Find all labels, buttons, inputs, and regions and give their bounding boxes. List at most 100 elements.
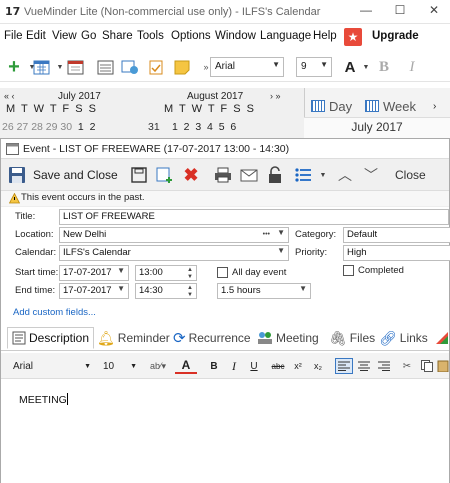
strikethrough-button[interactable]: abc: [269, 358, 287, 374]
close-event-button[interactable]: Close: [395, 168, 426, 182]
date-row-august[interactable]: 1 2 3 4 5 6: [172, 121, 236, 133]
minimize-button[interactable]: —: [354, 3, 378, 21]
font-size-select[interactable]: 9 ▼: [296, 57, 332, 77]
chevron-down-icon: ▼: [84, 362, 91, 370]
date-row-july[interactable]: 26 27 28 29 30 1 2: [2, 121, 95, 133]
calendar-grid-icon[interactable]: [66, 58, 86, 76]
task-icon[interactable]: [146, 58, 166, 76]
title-bar: 17 VueMinder Lite (Non-commercial use on…: [0, 0, 450, 24]
tab-recurrence[interactable]: ⟳ Recurrence: [173, 327, 251, 349]
add-custom-fields-link[interactable]: Add custom fields...: [13, 307, 96, 318]
bold-button[interactable]: B: [374, 58, 394, 76]
menu-go[interactable]: Go: [81, 30, 96, 42]
title-field[interactable]: LIST OF FREEWARE: [59, 209, 449, 225]
menu-view[interactable]: View: [52, 30, 77, 42]
align-left-icon[interactable]: [335, 358, 353, 374]
desc-bold-button[interactable]: B: [207, 358, 221, 374]
save-close-button[interactable]: Save and Close: [33, 168, 118, 182]
calendar-prev-icon[interactable]: « ‹: [4, 91, 15, 101]
add-icon[interactable]: +: [4, 56, 24, 78]
tab-reminder[interactable]: 🔔︎ Reminder: [97, 327, 170, 349]
copy-icon[interactable]: [419, 358, 435, 374]
priority-select[interactable]: High: [343, 245, 450, 261]
completed-checkbox[interactable]: [343, 265, 354, 276]
share-calendar-icon[interactable]: [120, 58, 140, 76]
tab-overflow-icon[interactable]: [435, 327, 449, 349]
paste-icon[interactable]: [437, 358, 449, 374]
highlight-icon[interactable]: ab⁄▾: [147, 358, 169, 374]
save-icon[interactable]: [129, 166, 149, 184]
chevron-down-icon[interactable]: ﹀: [361, 166, 381, 184]
new-calendar-icon[interactable]: [32, 58, 52, 76]
main-toolbar: + ▼ ▼ » Arial ▼ 9 ▼ A ▼ B I: [0, 52, 450, 82]
superscript-button[interactable]: x²: [291, 358, 305, 374]
category-select[interactable]: Default: [343, 227, 450, 243]
desc-size-select[interactable]: 10 ▼: [103, 358, 137, 374]
desc-font-select[interactable]: Arial ▼: [13, 358, 93, 374]
location-field[interactable]: New Delhi ••• ▼: [59, 227, 289, 243]
link-icon: 🔗︎: [379, 329, 397, 346]
menu-options[interactable]: Options: [171, 30, 211, 42]
tab-links[interactable]: 🔗︎ Links: [379, 327, 428, 349]
scroll-right-icon[interactable]: ›: [433, 95, 436, 117]
event-toolbar: Save and Close ✖ ▼ ︿ ﹀ Close: [1, 159, 449, 191]
week-view-button[interactable]: Week: [365, 95, 416, 117]
day-view-button[interactable]: Day: [311, 95, 352, 117]
note-icon[interactable]: [172, 58, 192, 76]
cut-icon[interactable]: ✂: [399, 358, 415, 374]
print-icon[interactable]: [213, 166, 233, 184]
maximize-button[interactable]: ☐: [388, 3, 412, 21]
description-editor[interactable]: MEETING: [1, 379, 449, 483]
email-icon[interactable]: [239, 166, 259, 184]
duration-select[interactable]: 1.5 hours ▼: [217, 283, 311, 299]
menu-tools[interactable]: Tools: [137, 30, 164, 42]
close-button[interactable]: ✕: [422, 3, 446, 21]
tab-meeting[interactable]: Meeting: [257, 327, 319, 349]
description-icon: [12, 331, 26, 345]
menu-share[interactable]: Share: [102, 30, 133, 42]
lock-icon[interactable]: [265, 166, 285, 184]
align-right-icon[interactable]: [375, 358, 393, 374]
calendar-list-icon[interactable]: [96, 58, 116, 76]
chevron-up-icon[interactable]: ︿: [335, 166, 355, 184]
star-icon[interactable]: ★: [344, 28, 362, 46]
date-lead-august[interactable]: 31: [148, 121, 160, 133]
menu-bar: File Edit View Go Share Tools Options Wi…: [0, 26, 450, 48]
menu-help[interactable]: Help: [313, 30, 337, 42]
end-time-field[interactable]: 14:30 ▲ ▼: [135, 283, 197, 299]
list-options-icon[interactable]: [293, 166, 313, 184]
menu-file[interactable]: File: [4, 30, 23, 42]
tab-files[interactable]: 🖇︎ Files: [329, 327, 375, 349]
all-day-checkbox[interactable]: [217, 267, 228, 278]
delete-icon[interactable]: ✖: [181, 165, 201, 185]
dropdown-arrow-icon[interactable]: ▼: [313, 166, 333, 184]
dropdown-arrow-icon[interactable]: ▼: [356, 58, 376, 76]
save-new-icon[interactable]: [155, 166, 175, 184]
window-title: VueMinder Lite (Non-commercial use only)…: [24, 6, 321, 18]
subscript-button[interactable]: x₂: [311, 358, 325, 374]
tab-description[interactable]: Description: [7, 327, 95, 349]
italic-button[interactable]: I: [402, 58, 422, 76]
end-date-field[interactable]: 17-07-2017 ▼: [59, 283, 129, 299]
start-date-field[interactable]: 17-07-2017 ▼: [59, 265, 129, 281]
spinner-icon[interactable]: ▲ ▼: [187, 285, 193, 298]
calendar-next-icon[interactable]: › »: [270, 91, 281, 101]
chevron-down-icon: ▼: [272, 60, 280, 69]
align-center-icon[interactable]: [355, 358, 373, 374]
save-close-icon[interactable]: [7, 166, 27, 184]
paperclip-icon: 🖇︎: [329, 329, 347, 346]
spinner-icon[interactable]: ▲ ▼: [187, 267, 193, 280]
calendar-select[interactable]: ILFS's Calendar ▼: [59, 245, 289, 261]
menu-language[interactable]: Language: [260, 30, 311, 42]
upgrade-button[interactable]: Upgrade: [372, 30, 419, 42]
start-time-field[interactable]: 13:00 ▲ ▼: [135, 265, 197, 281]
calendar-label: Calendar:: [15, 247, 57, 258]
desc-font-color-button[interactable]: A: [175, 358, 197, 374]
location-more-button[interactable]: •••: [263, 231, 270, 238]
menu-edit[interactable]: Edit: [26, 30, 46, 42]
desc-underline-button[interactable]: U: [247, 358, 261, 374]
menu-window[interactable]: Window: [215, 30, 256, 42]
meeting-icon: [257, 331, 273, 345]
font-select[interactable]: Arial ▼: [210, 57, 284, 77]
desc-italic-button[interactable]: I: [227, 358, 241, 374]
